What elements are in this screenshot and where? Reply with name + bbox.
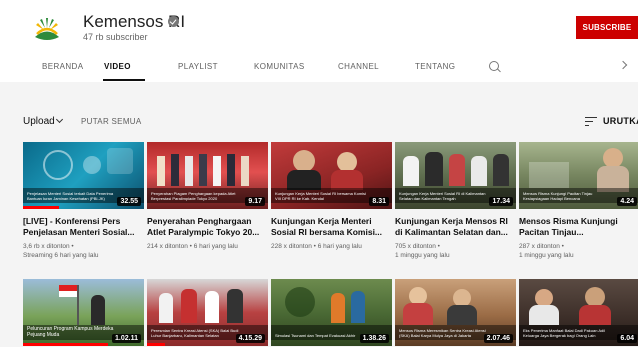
video-views: 228 x ditonton • 6 hari yang lalu: [271, 243, 362, 250]
video-thumbnail[interactable]: Eks Penerima Manfaat Balai Dadi Pakuan A…: [519, 279, 638, 346]
video-duration: 1.02.11: [112, 334, 141, 343]
video-upload-time: 1 minggu yang lalu: [519, 252, 574, 259]
video-views: 287 x ditonton •: [519, 243, 564, 250]
tab-video[interactable]: VIDEO: [104, 62, 131, 71]
video-thumbnail[interactable]: Penyerahan Piagam Penghargaan kepada Atl…: [147, 142, 268, 209]
watch-progress-bar: [23, 206, 60, 209]
video-duration: 4.24: [617, 197, 637, 206]
video-thumbnail[interactable]: Penjelasan Menteri Sosial terkait Data P…: [23, 142, 144, 209]
video-title[interactable]: Kunjungan Kerja Mensos RI di Kalimantan …: [395, 216, 516, 238]
thumbnail-caption: Kunjungan Kerja Menteri Sosial RI bersam…: [275, 191, 366, 201]
channel-header: Kemensos RI 47 rb subscriber SUBSCRIBE: [0, 0, 638, 54]
video-duration: 17.34: [489, 197, 513, 206]
channel-tabs: BERANDA VIDEO PLAYLIST KOMUNITAS CHANNEL…: [0, 54, 638, 82]
thumbnail-caption: Eks Penerima Manfaat Balai Dadi Pakuan A…: [523, 328, 606, 338]
video-thumbnail[interactable]: Simulasi Tsunami dan Tempat Evakuasi Akh…: [271, 279, 392, 346]
video-duration: 6.04: [617, 334, 637, 343]
tab-playlist[interactable]: PLAYLIST: [178, 62, 218, 71]
video-title[interactable]: Penyerahan Penghargaan Atlet Paralympic …: [147, 216, 268, 238]
video-thumbnail[interactable]: Peresmian Sentra Kreasi Atensi (SKA) Bal…: [147, 279, 268, 346]
thumbnail-caption: Kunjungan Kerja Menteri Sosial RI di Kal…: [399, 191, 486, 201]
video-thumbnail[interactable]: Kunjungan Kerja Menteri Sosial RI di Kal…: [395, 142, 516, 209]
thumbnail-caption: Penjelasan Menteri Sosial terkait Data P…: [27, 191, 114, 201]
verified-check-icon: [168, 16, 179, 27]
video-title[interactable]: Mensos Risma Kunjungi Pacitan Tinjau...: [519, 216, 638, 238]
video-views: 705 x ditonton •: [395, 243, 440, 250]
play-all-button[interactable]: PUTAR SEMUA: [81, 117, 142, 126]
watch-progress-bar: [23, 343, 108, 346]
video-thumbnail[interactable]: Mensos Risma Kunjungi Pacitan Tinjau Kes…: [519, 142, 638, 209]
grid-toolbar: Upload PUTAR SEMUA URUTKAN: [0, 82, 638, 140]
video-upload-time: 1 minggu yang lalu: [395, 252, 450, 259]
video-thumbnail[interactable]: Peluncuran Program Kampus Merdeka Pejuan…: [23, 279, 144, 346]
video-duration: 4.15.29: [235, 334, 265, 343]
active-tab-indicator: [103, 79, 145, 81]
sort-button[interactable]: URUTKAN: [603, 116, 638, 126]
chevron-down-icon[interactable]: [55, 115, 64, 124]
thumbnail-caption: Peresmian Sentra Kreasi Atensi (SKA) Bal…: [151, 328, 239, 338]
video-views: 214 x ditonton • 6 hari yang lalu: [147, 243, 238, 250]
tab-komunitas[interactable]: KOMUNITAS: [254, 62, 305, 71]
upload-filter-dropdown[interactable]: Upload: [23, 116, 55, 127]
sort-icon[interactable]: [585, 116, 597, 127]
tab-channel[interactable]: CHANNEL: [338, 62, 379, 71]
tab-beranda[interactable]: BERANDA: [42, 62, 83, 71]
video-title[interactable]: [LIVE] - Konferensi Pers Penjelasan Ment…: [23, 216, 144, 238]
video-duration: 32.55: [117, 197, 141, 206]
watch-progress-bar: [147, 343, 166, 346]
video-duration: 8.31: [369, 197, 389, 206]
video-title[interactable]: Kunjungan Kerja Menteri Sosial RI bersam…: [271, 216, 392, 238]
thumbnail-caption: Penyerahan Piagam Penghargaan kepada Atl…: [151, 191, 236, 201]
thumbnail-caption: Mensos Risma Meresmikan Sentra Kreasi At…: [399, 328, 486, 338]
search-icon[interactable]: [489, 61, 499, 71]
subscribe-button[interactable]: SUBSCRIBE: [576, 16, 638, 39]
channel-logo-icon[interactable]: [27, 10, 67, 50]
video-duration: 9.17: [245, 197, 265, 206]
video-grid-area: Upload PUTAR SEMUA URUTKAN Penjelasan Me…: [0, 82, 638, 347]
thumbnail-caption: Peluncuran Program Kampus Merdeka Pejuan…: [27, 326, 114, 338]
thumbnail-caption: Simulasi Tsunami dan Tempat Evakuasi Akh…: [275, 333, 356, 338]
video-thumbnail[interactable]: Kunjungan Kerja Menteri Sosial RI bersam…: [271, 142, 392, 209]
video-upload-time: Streaming 6 hari yang lalu: [23, 252, 99, 259]
video-duration: 2.07.46: [483, 334, 513, 343]
video-thumbnail[interactable]: Mensos Risma Meresmikan Sentra Kreasi At…: [395, 279, 516, 346]
subscriber-count: 47 rb subscriber: [83, 32, 148, 42]
video-views: 3,6 rb x ditonton •: [23, 243, 74, 250]
video-duration: 1.38.26: [359, 334, 389, 343]
thumbnail-caption: Mensos Risma Kunjungi Pacitan Tinjau Kes…: [523, 191, 593, 201]
tab-tentang[interactable]: TENTANG: [415, 62, 455, 71]
